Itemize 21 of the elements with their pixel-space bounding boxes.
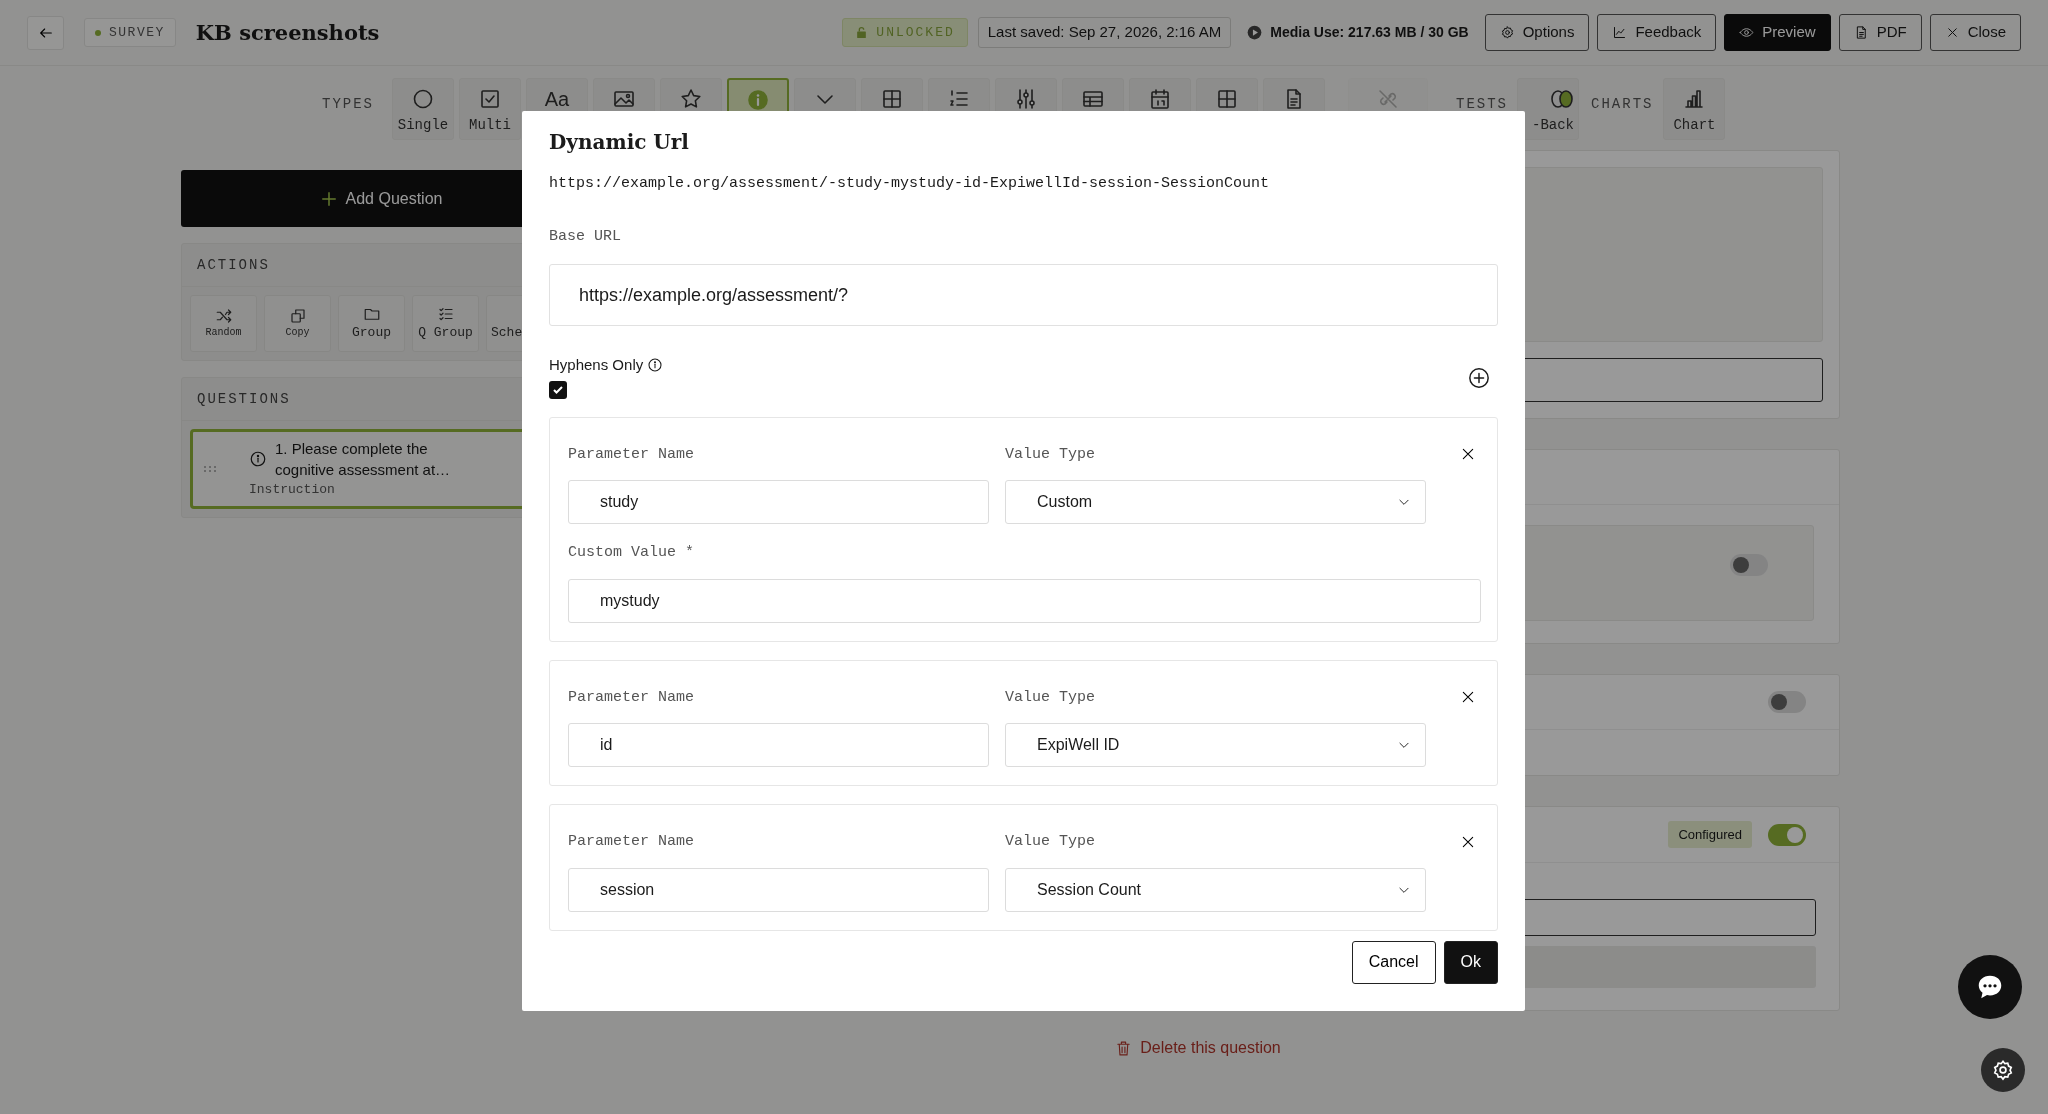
- section-label: QUESTIONS: [197, 391, 291, 407]
- page-title: KB screenshots: [195, 18, 380, 47]
- lock-status-badge: UNLOCKED: [842, 17, 968, 48]
- question-type: Instruction: [249, 481, 336, 499]
- type-tag: SURVEY: [84, 17, 176, 48]
- section-label: ACTIONS: [197, 257, 270, 273]
- field-label: Value Type: [1005, 832, 1096, 852]
- field-label: Value Type: [1005, 444, 1096, 465]
- section-label: TESTS: [1456, 95, 1509, 114]
- field-label: Custom Value *: [568, 543, 696, 563]
- field-label: Value Type: [1005, 687, 1096, 708]
- status-badge: Configured: [1668, 820, 1752, 849]
- field-label: Parameter Name: [568, 832, 696, 852]
- media-usage: Media Use: 217.63 MB / 30 GB: [1247, 22, 1469, 43]
- question-title: 1. Please complete the cognitive assessment at…: [275, 439, 452, 480]
- field-label: Base URL: [549, 226, 622, 247]
- section-label: CHARTS: [1591, 95, 1654, 114]
- section-label: TYPES: [322, 95, 374, 114]
- checkbox-label: Hyphens Only: [549, 355, 644, 375]
- last-saved-label: Last saved: Sep 27, 2026, 2:16 AM: [977, 17, 1232, 48]
- field-label: Parameter Name: [568, 687, 696, 708]
